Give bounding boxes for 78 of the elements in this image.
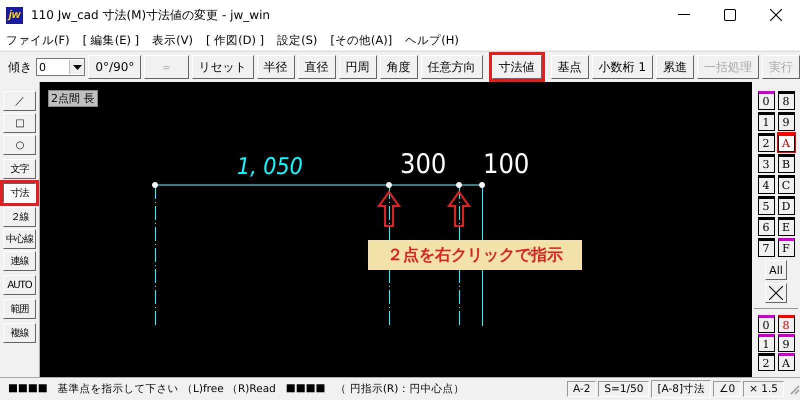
layer-button[interactable]: 6 <box>758 217 774 236</box>
tool-button[interactable]: □ <box>3 113 36 133</box>
minimize-icon[interactable] <box>678 14 690 16</box>
layer-button[interactable]: 9 <box>778 112 794 131</box>
layer-button[interactable]: 2 <box>758 133 774 152</box>
layer-button[interactable]: A <box>778 133 794 152</box>
up-arrow-icon <box>447 190 471 227</box>
layer-group-button[interactable]: 8 <box>778 315 794 333</box>
status-marks: ■■■■ <box>8 382 48 396</box>
toolbar-button[interactable]: 任意方向 <box>420 55 483 79</box>
status-cell: S=1/50 <box>598 381 650 397</box>
toolbar-button[interactable]: 0°/90° <box>88 55 142 79</box>
status-message: 基準点を指示して下さい （L)free （R)Read <box>58 382 276 396</box>
toolbar-button[interactable]: 小数桁 1 <box>592 55 653 79</box>
all-layers-button[interactable]: All <box>765 260 787 280</box>
toolbar-button[interactable]: リセット <box>192 55 254 79</box>
caret-icon <box>72 64 82 70</box>
status-hint: （ 円指示(R)：円中心点） <box>335 382 464 396</box>
layer-group-button[interactable]: 2 <box>758 353 774 371</box>
layer-button[interactable]: F <box>778 238 794 257</box>
status-cell: A-2 <box>566 381 596 397</box>
tool-button[interactable]: ／ <box>3 91 36 111</box>
dimension-value: 1, 050 <box>237 156 303 179</box>
layer-button[interactable]: D <box>778 196 794 215</box>
tool-button[interactable]: AUTO <box>3 275 36 295</box>
tool-button[interactable]: 複線 <box>3 323 36 343</box>
layer-button[interactable]: 1 <box>758 112 774 131</box>
toolbar-button[interactable]: 直径 <box>298 55 336 79</box>
toolbar-button[interactable]: 累進 <box>656 55 694 79</box>
layer-group-button[interactable]: 0 <box>758 315 774 333</box>
status-marks: ■■■■ <box>286 382 326 396</box>
layer-button[interactable]: B <box>778 154 794 173</box>
up-arrow-icon <box>377 190 401 227</box>
menu-item[interactable]: ヘルプ(H) <box>405 32 459 48</box>
tool-button[interactable]: ○ <box>3 135 36 155</box>
angle-label: 傾き <box>8 58 32 76</box>
angle-dropdown[interactable]: 0 <box>36 58 86 76</box>
menu-item[interactable]: [その他(A)] <box>330 32 392 48</box>
mode-label: 2点間 長 <box>48 90 98 107</box>
menu-item[interactable]: 設定(S) <box>277 32 318 48</box>
layer-group-button[interactable]: 1 <box>758 334 774 352</box>
app-logo: jw <box>6 6 23 24</box>
toolbar-button[interactable]: 寸法値 <box>492 55 542 79</box>
instruction-note: ２点を右クリックで指示 <box>368 240 582 270</box>
layer-group-button[interactable]: A <box>778 353 794 371</box>
tool-button[interactable]: ２線 <box>3 207 36 227</box>
tool-button[interactable]: 中心線 <box>3 229 36 249</box>
menu-item[interactable]: [ 編集(E) ] <box>82 32 140 48</box>
layer-button[interactable]: 5 <box>758 196 774 215</box>
layer-button[interactable]: 8 <box>778 91 794 110</box>
tool-button[interactable]: 連線 <box>3 251 36 271</box>
close-icon[interactable] <box>770 9 782 21</box>
menu-item[interactable]: ファイル(F) <box>6 32 70 48</box>
toolbar-button[interactable]: 角度 <box>380 55 418 79</box>
menu-item[interactable]: [ 作図(D) ] <box>206 32 264 48</box>
menu-item[interactable]: 表示(V) <box>152 32 193 48</box>
toolbar-button[interactable]: 円周 <box>338 55 377 79</box>
resize-grip-icon[interactable] <box>788 383 800 395</box>
dimension-value: 100 <box>483 151 530 178</box>
layer-button[interactable]: E <box>778 217 794 236</box>
toolbar-button[interactable]: 半径 <box>256 55 295 79</box>
layer-group-button[interactable]: 9 <box>778 334 794 352</box>
layer-button[interactable]: C <box>778 175 794 194</box>
layer-button[interactable]: 7 <box>758 238 774 257</box>
maximize-icon[interactable] <box>724 9 736 21</box>
clear-button[interactable] <box>765 283 787 303</box>
status-cell: ∠0 <box>713 381 742 397</box>
tool-button[interactable]: 文字 <box>3 159 36 179</box>
status-cell: × 1.5 <box>743 381 784 397</box>
toolbar-button[interactable]: 基点 <box>550 55 589 79</box>
status-cell: [A-8]寸法 <box>651 380 712 398</box>
tool-button[interactable]: 寸法 <box>3 183 36 203</box>
layer-button[interactable]: 3 <box>758 154 774 173</box>
tool-button[interactable]: 範囲 <box>3 299 36 319</box>
dimension-value: 300 <box>400 151 446 178</box>
window-title: 110 Jw_cad 寸法(M)寸法値の変更 - jw_win <box>31 6 270 24</box>
layer-button[interactable]: 0 <box>758 91 774 110</box>
layer-button[interactable]: 4 <box>758 175 774 194</box>
